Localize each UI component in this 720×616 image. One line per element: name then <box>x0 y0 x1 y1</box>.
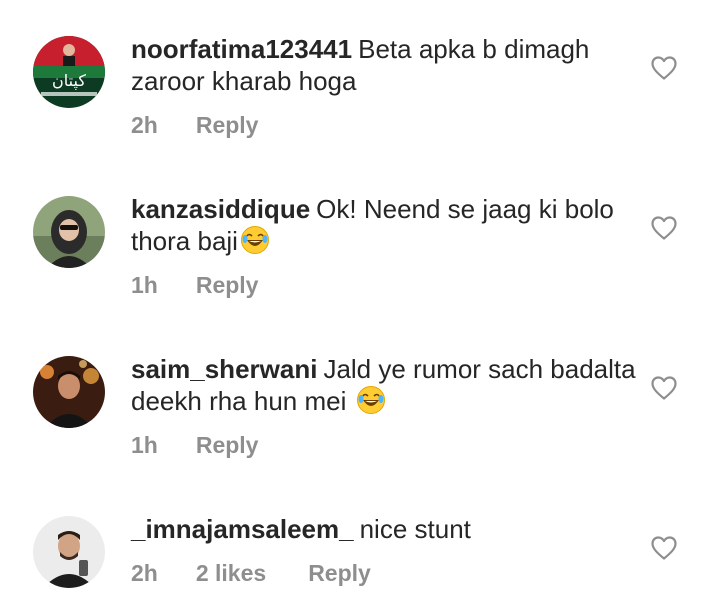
avatar-image <box>33 196 105 268</box>
avatar-image <box>33 356 105 428</box>
comment-body: _imnajamsaleem_ nice stunt <box>131 513 636 545</box>
reply-button[interactable]: Reply <box>196 272 259 299</box>
reply-button[interactable]: Reply <box>308 560 371 587</box>
comment-meta: 1h Reply <box>131 432 258 459</box>
comment-time: 2h <box>131 112 158 138</box>
comment-meta: 2h 2 likes Reply <box>131 560 371 587</box>
comment-time: 2h <box>131 560 158 586</box>
comment-time: 1h <box>131 272 158 298</box>
comment-likes[interactable]: 2 likes <box>196 560 266 587</box>
avatar[interactable] <box>33 356 105 428</box>
comment-body: kanzasiddique Ok! Neend se jaag ki bolo t… <box>131 193 636 257</box>
avatar[interactable] <box>33 516 105 588</box>
comment-meta: 1h Reply <box>131 272 258 299</box>
heart-icon[interactable] <box>650 535 678 561</box>
comment-username[interactable]: _imnajamsaleem_ <box>131 514 354 544</box>
avatar[interactable] <box>33 196 105 268</box>
comment-username[interactable]: noorfatima123441 <box>131 34 352 64</box>
heart-icon[interactable] <box>650 375 678 401</box>
comment-username[interactable]: saim_sherwani <box>131 354 317 384</box>
comment-text: nice stunt <box>359 514 471 544</box>
comment-time: 1h <box>131 432 158 458</box>
heart-icon[interactable] <box>650 215 678 241</box>
heart-icon[interactable] <box>650 55 678 81</box>
laughing-emoji-icon <box>356 386 385 414</box>
comment-username[interactable]: kanzasiddique <box>131 194 310 224</box>
comment-meta: 2h Reply <box>131 112 258 139</box>
avatar-image <box>33 516 105 588</box>
reply-button[interactable]: Reply <box>196 432 259 459</box>
comment-body: noorfatima123441 Beta apka b dimagh zaroo… <box>131 33 636 97</box>
avatar-image: کپتان <box>33 36 105 108</box>
laughing-emoji-icon <box>240 226 269 254</box>
avatar-text: کپتان <box>52 71 86 91</box>
reply-button[interactable]: Reply <box>196 112 259 139</box>
comment-body: saim_sherwani Jald ye rumor sach badalta … <box>131 353 636 417</box>
avatar[interactable]: کپتان <box>33 36 105 108</box>
